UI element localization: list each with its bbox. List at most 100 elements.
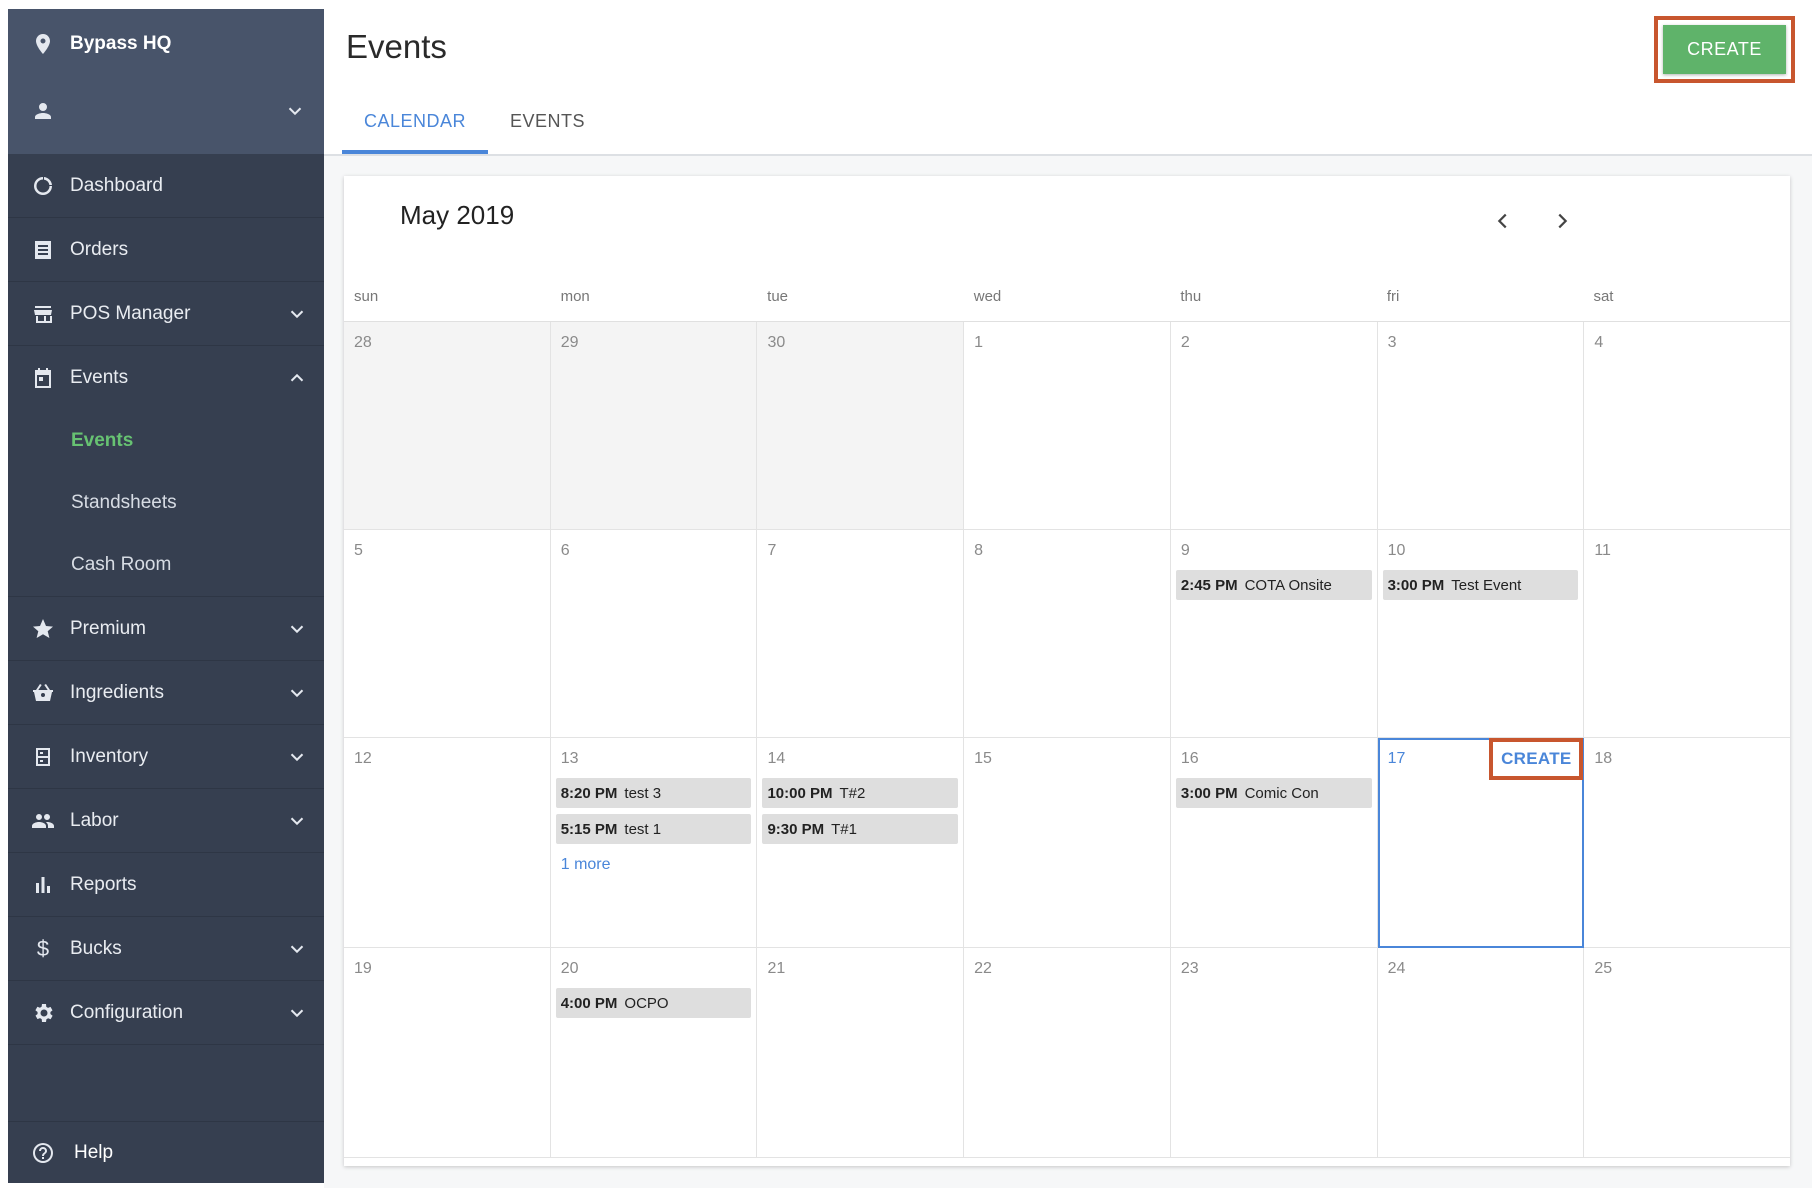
- event-time: 3:00 PM: [1180, 784, 1238, 802]
- event-chip[interactable]: 10:00 PM T#2: [762, 778, 959, 808]
- sidebar-item-orders[interactable]: Orders: [8, 218, 324, 282]
- calendar-day[interactable]: 9 2:45 PM COTA Onsite: [1170, 530, 1378, 738]
- event-chip[interactable]: 3:00 PM Comic Con: [1175, 778, 1372, 808]
- day-number: 23: [1180, 960, 1199, 977]
- chevron-down-icon[interactable]: [282, 98, 308, 124]
- day-number: 2: [1180, 334, 1190, 351]
- chevron-down-icon[interactable]: [284, 808, 310, 834]
- chevron-down-icon[interactable]: [284, 1000, 310, 1026]
- sidebar-item-bucks[interactable]: $ Bucks: [8, 917, 324, 981]
- sidebar-item-inventory[interactable]: Inventory: [8, 725, 324, 789]
- event-time: 10:00 PM: [767, 784, 833, 802]
- calendar-day[interactable]: 19: [344, 948, 551, 1158]
- calendar-day[interactable]: 29: [550, 322, 758, 530]
- calendar-day[interactable]: 1: [964, 322, 1171, 530]
- calendar-day[interactable]: 3: [1377, 322, 1585, 530]
- event-time: 4:00 PM: [560, 994, 618, 1012]
- calendar-day[interactable]: 14 10:00 PM T#2 9:30 PM T#1: [757, 738, 965, 948]
- sidebar-subitem-cash-room[interactable]: Cash Room: [8, 534, 324, 596]
- calendar-day[interactable]: 28: [344, 322, 551, 530]
- chevron-down-icon[interactable]: [284, 680, 310, 706]
- event-time: 8:20 PM: [560, 784, 618, 802]
- chevron-down-icon[interactable]: [284, 744, 310, 770]
- user-menu[interactable]: [30, 93, 308, 129]
- event-chip[interactable]: 8:20 PM test 3: [555, 778, 752, 808]
- people-icon: [30, 808, 56, 834]
- star-icon: [30, 616, 56, 642]
- day-create-highlight: CREATE: [1489, 738, 1584, 780]
- calendar-day[interactable]: 21: [757, 948, 965, 1158]
- calendar-day-selected[interactable]: 17 CREATE: [1377, 738, 1585, 948]
- sidebar-item-configuration[interactable]: Configuration: [8, 981, 324, 1045]
- calendar-day[interactable]: 2: [1170, 322, 1378, 530]
- calendar-day[interactable]: 15: [964, 738, 1171, 948]
- calendar-day[interactable]: 8: [964, 530, 1171, 738]
- dashboard-icon: [30, 173, 56, 199]
- calendar-day[interactable]: 4: [1584, 322, 1791, 530]
- calendar-day[interactable]: 30: [757, 322, 965, 530]
- day-create-button[interactable]: CREATE: [1501, 749, 1571, 769]
- more-events-link[interactable]: 1 more: [561, 856, 757, 874]
- event-chip[interactable]: 5:15 PM test 1: [555, 814, 752, 844]
- calendar-day[interactable]: 23: [1170, 948, 1378, 1158]
- calendar-day[interactable]: 10 3:00 PM Test Event: [1377, 530, 1585, 738]
- tab-calendar[interactable]: CALENDAR: [342, 103, 489, 154]
- sidebar-item-label: Dashboard: [70, 174, 163, 196]
- sidebar-subitem-standsheets[interactable]: Standsheets: [8, 472, 324, 534]
- chevron-down-icon[interactable]: [284, 936, 310, 962]
- calendar-day[interactable]: 16 3:00 PM Comic Con: [1170, 738, 1378, 948]
- sidebar-item-labor[interactable]: Labor: [8, 789, 324, 853]
- event-chip[interactable]: 2:45 PM COTA Onsite: [1175, 570, 1372, 600]
- event-chip[interactable]: 4:00 PM OCPO: [555, 988, 752, 1018]
- chevron-down-icon[interactable]: [284, 616, 310, 642]
- day-number: 8: [974, 542, 984, 559]
- sidebar-item-label: POS Manager: [70, 302, 191, 324]
- sidebar-subitem-events[interactable]: Events: [8, 410, 324, 472]
- day-number: 1: [974, 334, 984, 351]
- sidebar-item-premium[interactable]: Premium: [8, 597, 324, 661]
- event-name: COTA Onsite: [1244, 576, 1332, 594]
- chevron-up-icon[interactable]: [284, 365, 310, 391]
- location-selector[interactable]: Bypass HQ: [30, 31, 171, 57]
- calendar-day[interactable]: 25: [1584, 948, 1791, 1158]
- calendar-day[interactable]: 22: [964, 948, 1171, 1158]
- calendar-grid: 28 29 30 1 2 3 4 5 6 7 8 9 2:45 PM COTA O…: [344, 322, 1791, 1166]
- calendar-day[interactable]: 20 4:00 PM OCPO: [550, 948, 758, 1158]
- bar-chart-icon: [30, 872, 56, 898]
- chevron-down-icon[interactable]: [284, 301, 310, 327]
- sidebar-item-label: Reports: [70, 873, 137, 895]
- sidebar-item-ingredients[interactable]: Ingredients: [8, 661, 324, 725]
- calendar-day[interactable]: 6: [550, 530, 758, 738]
- help-link[interactable]: Help: [8, 1121, 324, 1183]
- calendar-day[interactable]: 18: [1584, 738, 1791, 948]
- dollar-icon: $: [36, 935, 50, 961]
- calendar-day[interactable]: 7: [757, 530, 965, 738]
- sidebar-item-label: Orders: [70, 238, 129, 260]
- event-chip[interactable]: 3:00 PM Test Event: [1382, 570, 1579, 600]
- sidebar-item-events[interactable]: Events: [8, 346, 324, 410]
- prev-month-button[interactable]: [1488, 206, 1518, 236]
- sidebar-item-dashboard[interactable]: Dashboard: [8, 154, 324, 218]
- day-number: 7: [767, 542, 777, 559]
- next-month-button[interactable]: [1547, 206, 1577, 236]
- calendar-day[interactable]: 11: [1584, 530, 1791, 738]
- calendar-day[interactable]: 12: [344, 738, 551, 948]
- weekday-label: fri: [1386, 288, 1400, 305]
- sidebar-item-pos-manager[interactable]: POS Manager: [8, 282, 324, 346]
- create-button[interactable]: CREATE: [1663, 25, 1786, 74]
- calendar-card: May 2019 sun mon tue wed thu fri sat 28 …: [344, 176, 1791, 1166]
- day-number: 12: [354, 750, 372, 767]
- sidebar-item-label: Bucks: [70, 937, 122, 959]
- sidebar-header: Bypass HQ: [8, 9, 324, 154]
- calendar-day[interactable]: 24: [1377, 948, 1585, 1158]
- tab-events[interactable]: EVENTS: [488, 103, 607, 154]
- calendar-day[interactable]: 13 8:20 PM test 3 5:15 PM test 1 1 more: [550, 738, 758, 948]
- event-time: 3:00 PM: [1387, 576, 1445, 594]
- day-number: 18: [1594, 750, 1613, 767]
- event-name: T#1: [831, 820, 857, 838]
- sidebar-item-reports[interactable]: Reports: [8, 853, 324, 917]
- event-chip[interactable]: 9:30 PM T#1: [762, 814, 959, 844]
- calendar-day[interactable]: 5: [344, 530, 551, 738]
- day-number: 22: [974, 960, 992, 977]
- event-name: Test Event: [1451, 576, 1522, 594]
